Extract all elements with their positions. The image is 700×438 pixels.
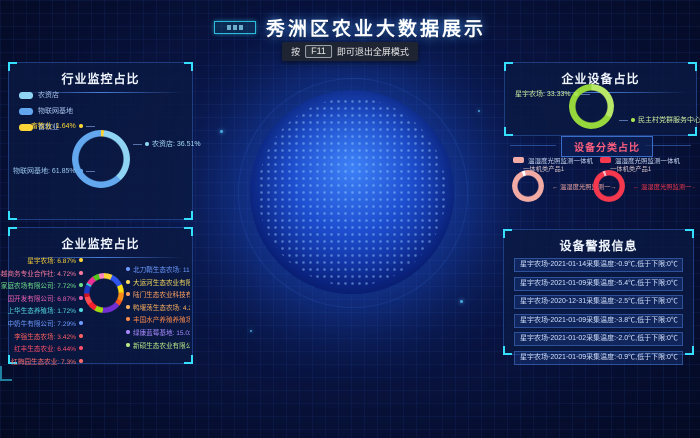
callout-line — [86, 126, 95, 127]
legend-swatch — [19, 108, 33, 115]
callout-dot — [79, 169, 83, 173]
alarm-row: 星宇农场-2021-01-14采集温度:-0.9℃,低于下限:0℃ — [514, 258, 683, 272]
chart-label: 星宇农场: 6.87% — [27, 255, 83, 265]
chart-label: 丰国水产养殖养殖场: 1. — [126, 314, 190, 324]
alarm-row: 星宇农场-2021-01-09采集温度:-3.8℃,低于下限:0℃ — [514, 314, 683, 328]
chart-label: 国开发有限公司: 6.87% — [7, 293, 83, 303]
classification-donut-left[interactable] — [512, 170, 544, 202]
chart-label: 李强生态农场: 3.42% — [14, 331, 83, 341]
header: 秀洲区农业大数据展示 — [0, 14, 700, 41]
alarm-row: 星宇农场-2021-01-02采集温度:-2.0℃,低于下限:0℃ — [514, 332, 683, 346]
chart-callout: 星宇农场: 33.33% — [515, 89, 590, 99]
callout-text: 物联网基地: 61.85% — [13, 166, 76, 176]
callout-text: 畜牧业: 1.64% — [31, 121, 76, 131]
chart-label: 绿康蓝莓基地: 15.02% — [126, 327, 190, 337]
alarm-row: 星宇农场-2021-01-09采集温度:-5.4℃,低于下限:0℃ — [514, 277, 683, 291]
divider — [510, 145, 556, 146]
enterprise-panel-title: 企业监控占比 — [9, 228, 192, 252]
alarm-list: 星宇农场-2021-01-14采集温度:-0.9℃,低于下限:0℃ 星宇农场-2… — [504, 258, 693, 365]
alarm-row: 星宇农场-2021-01-09采集温度:-0.9℃,低于下限:0℃ — [514, 351, 683, 365]
industry-donut-chart[interactable] — [72, 130, 130, 188]
f11-key: F11 — [305, 45, 332, 58]
alarms-panel-title: 设备警报信息 — [504, 230, 693, 254]
chart-label: 上华生态养殖场: 1.72% — [7, 305, 83, 315]
legend-swatch — [600, 157, 611, 163]
chart-label: 红丰生态农业: 6.44% — [14, 343, 83, 353]
legend-label: 物联网基地 — [38, 106, 73, 116]
callout-line — [581, 94, 590, 95]
chart-callout: 畜牧业: 1.64% — [31, 121, 95, 131]
industry-panel: 行业监控占比 农资店 物联网基地 畜牧业 畜牧业: 1.64% — [8, 62, 193, 220]
legend-swatch — [513, 157, 524, 163]
chart-label: 中奶牛有限公司: 7.29% — [7, 318, 83, 328]
decor-dot — [478, 110, 480, 112]
legend-item[interactable]: 物联网基地 — [19, 106, 73, 116]
callout-dot — [145, 142, 149, 146]
enterprise-labels-right: 北刀鞘生态农场: 11.16% 大运河生态农业有限责任公 陆门生态农业科技有限公… — [126, 264, 190, 350]
chart-label: 家庭农场有限公司: 7.72% — [1, 280, 83, 290]
chart-label: 大运河生态农业有限责任公 — [126, 277, 190, 287]
dashboard-background: 秀洲区农业大数据展示 按 F11 即可退出全屏模式 行业监控占比 农资店 物联网… — [0, 0, 700, 438]
chart-callout: 农资店: 36.51% — [133, 139, 201, 149]
callout-text: 民主村党群服务中心: — [638, 115, 700, 125]
hint-prefix: 按 — [291, 45, 300, 58]
chart-label: 科越商务专业合作社: 4.72% — [0, 268, 83, 278]
industry-panel-title: 行业监控占比 — [9, 63, 192, 87]
chart-callout: 民主村党群服务中心: — [619, 115, 700, 125]
callout-text: 农资店: 36.51% — [152, 139, 201, 149]
page-title: 秀洲区农业大数据展示 — [266, 14, 486, 41]
classification-donut-right[interactable] — [593, 170, 625, 202]
header-logo — [214, 21, 256, 34]
decor-dot — [460, 300, 463, 303]
globe-dot-map — [258, 98, 446, 286]
callout-line — [133, 144, 142, 145]
device-panel: 企业设备占比 星宇农场: 33.33% 民主村党群服务中心: — [504, 62, 697, 136]
alarm-row: 星宇农场-2020-12-31采集温度:-2.5℃,低于下限:0℃ — [514, 295, 683, 309]
callout-text: 星宇农场: 33.33% — [515, 89, 571, 99]
device-panel-title: 企业设备占比 — [505, 63, 696, 87]
classification-section: 设备分类占比 温湿度光照监测一体机 一体机类产品1 ← 温湿度光照监测一→ 温湿… — [504, 136, 695, 224]
page-corner-accent — [0, 366, 12, 381]
alarms-panel: 设备警报信息 星宇农场-2021-01-14采集温度:-0.9℃,低于下限:0℃… — [503, 229, 694, 355]
legend-item[interactable]: 农资店 — [19, 90, 73, 100]
chart-callout: 物联网基地: 61.85% — [13, 166, 95, 176]
fullscreen-hint: 按 F11 即可退出全屏模式 — [282, 42, 418, 61]
legend-swatch — [19, 92, 33, 99]
callout-line — [619, 120, 628, 121]
enterprise-donut-chart[interactable] — [84, 273, 124, 313]
chart-label: 北刀鞘生态农场: 11.16% — [126, 264, 190, 274]
callout-dot — [79, 124, 83, 128]
chart-label: 鸭堰荡生态农场: 4.29 — [126, 302, 190, 312]
chart-label: 新硕生态农业有限公司: 6.87 — [126, 340, 190, 350]
decor-dot — [220, 130, 223, 133]
chart-label: 红梅园生态农业: 7.3% — [11, 356, 83, 366]
callout-dot — [631, 118, 635, 122]
chart-callout: ← 温湿度光照监测一→ — [633, 182, 695, 191]
legend-label: 农资店 — [38, 90, 59, 100]
enterprise-labels-left: 星宇农场: 6.87% 科越商务专业合作社: 4.72% 家庭农场有限公司: 7… — [11, 255, 83, 366]
callout-line — [86, 171, 95, 172]
chart-label: 陆门生态农业科技有限公 — [126, 289, 190, 299]
decor-dot — [250, 330, 252, 332]
callout-dot — [574, 92, 578, 96]
enterprise-panel: 企业监控占比 星宇农场: 6.87% 科越商务专业合作社: 4.72% 家庭农场… — [8, 227, 193, 364]
classification-title: 设备分类占比 — [561, 136, 653, 157]
hint-suffix: 即可退出全屏模式 — [337, 45, 409, 58]
